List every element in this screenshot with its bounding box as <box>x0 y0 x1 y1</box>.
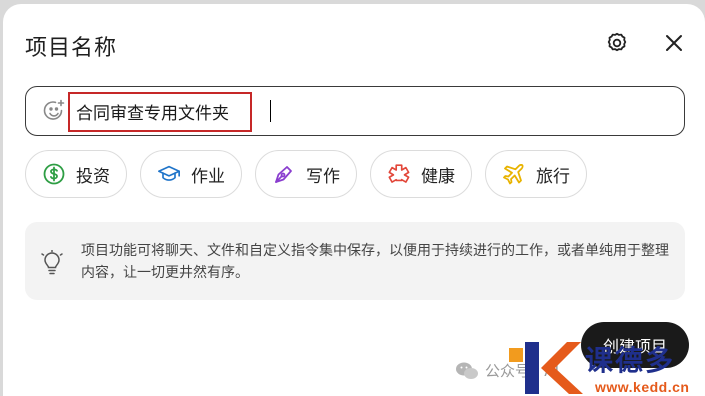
template-chip-investment[interactable]: 投资 <box>25 150 127 198</box>
add-emoji-icon <box>43 99 65 120</box>
svg-text:德: 德 <box>615 345 643 376</box>
text-caret <box>270 100 271 122</box>
project-name-field[interactable] <box>25 86 685 136</box>
wechat-icon <box>456 362 478 379</box>
lightbulb-icon <box>41 250 63 275</box>
chip-label: 作业 <box>191 166 225 187</box>
close-icon <box>666 35 682 51</box>
svg-text:课: 课 <box>585 345 614 376</box>
settings-button[interactable] <box>603 29 631 57</box>
template-chip-health[interactable]: 健康 <box>370 150 472 198</box>
template-chip-list: 投资 作业 写作 健康 旅行 <box>25 150 587 198</box>
site-url: www.kedd.cn <box>595 379 690 395</box>
close-button[interactable] <box>660 29 688 57</box>
info-text: 项目功能可将聊天、文件和自定义指令集中保存，以便用于持续进行的工作，或者单纯用于… <box>81 243 669 281</box>
add-emoji-button[interactable] <box>42 99 66 123</box>
site-logo: 课 德 多 www.kedd.cn <box>509 340 705 396</box>
template-chip-homework[interactable]: 作业 <box>140 150 242 198</box>
chip-label: 投资 <box>76 166 110 187</box>
dollar-icon <box>42 162 66 186</box>
airplane-icon <box>502 162 526 186</box>
project-name-dialog: 项目名称 合同审查专用文件夹 投资 作业 写作 健康 旅行 项目功能可将聊天、文… <box>3 4 705 396</box>
chip-label: 写作 <box>306 166 340 187</box>
project-name-input[interactable] <box>76 98 496 124</box>
info-panel: 项目功能可将聊天、文件和自定义指令集中保存，以便用于持续进行的工作，或者单纯用于… <box>25 222 685 300</box>
pen-nib-icon <box>272 162 296 186</box>
dialog-title: 项目名称 <box>25 36 118 61</box>
template-chip-writing[interactable]: 写作 <box>255 150 357 198</box>
svg-text:多: 多 <box>645 345 673 376</box>
template-chip-travel[interactable]: 旅行 <box>485 150 587 198</box>
chip-label: 健康 <box>421 166 455 187</box>
health-cross-icon <box>387 162 411 186</box>
chip-label: 旅行 <box>536 166 570 187</box>
gear-icon <box>607 32 627 52</box>
graduation-cap-icon <box>157 162 181 186</box>
